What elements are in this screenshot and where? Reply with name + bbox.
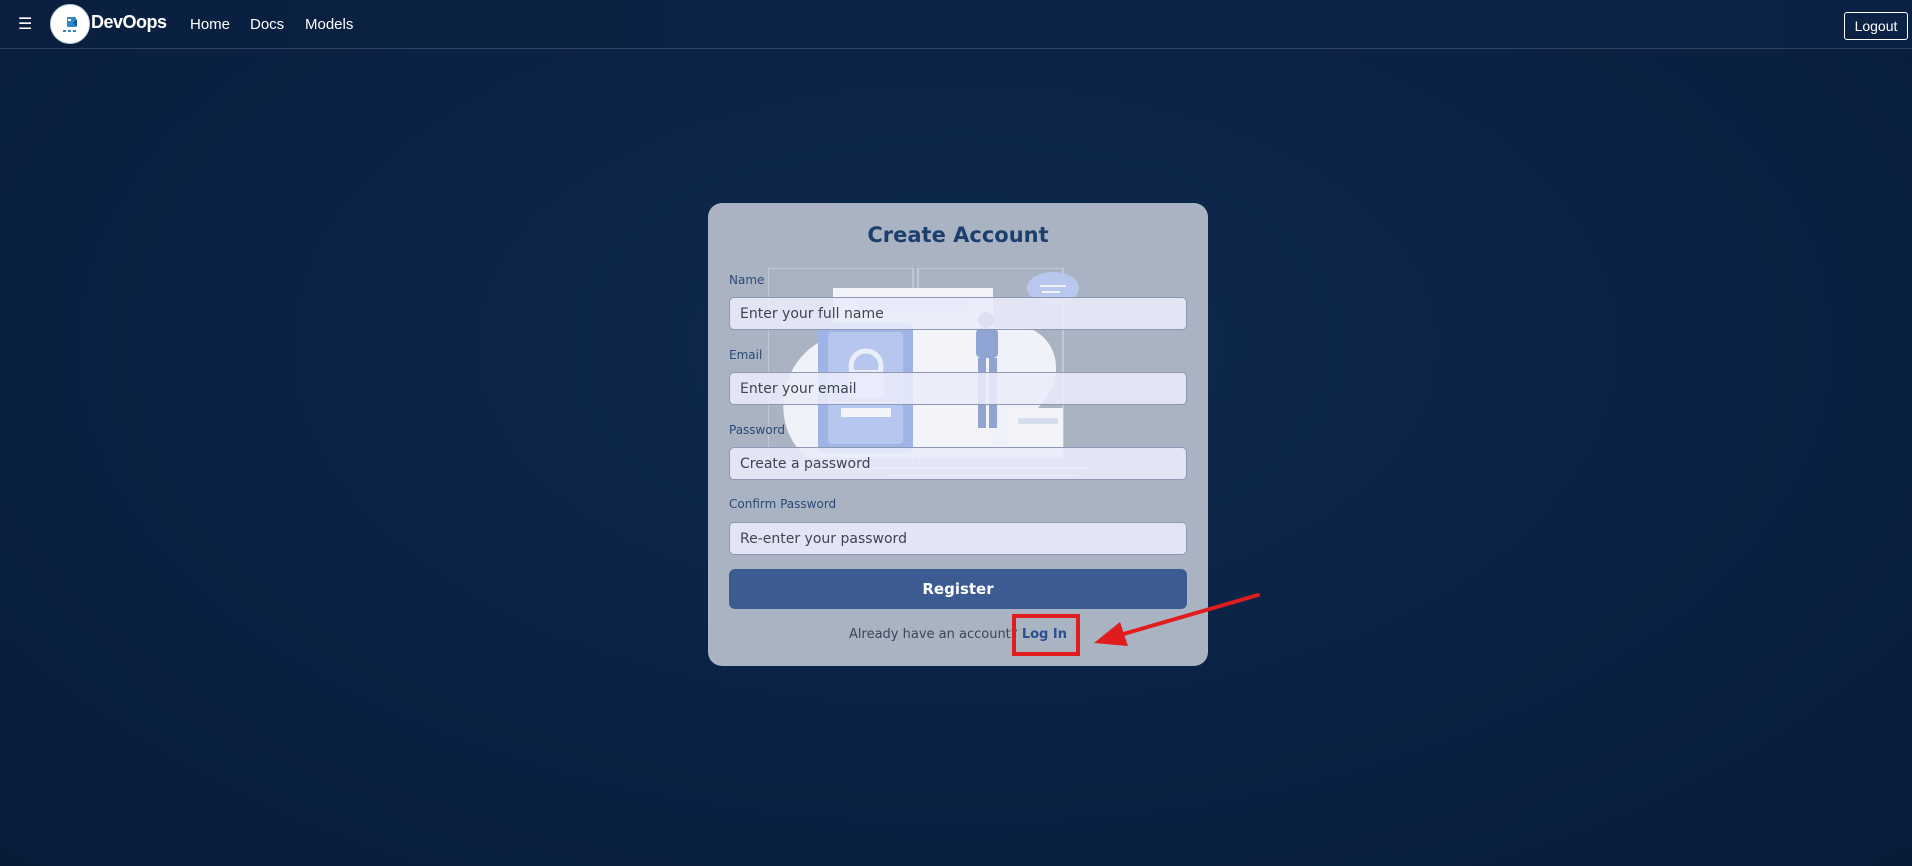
hamburger-menu-icon[interactable]: ☰ [18,14,34,34]
login-prompt-text: Already have an account? [849,627,1018,642]
logo-icon[interactable] [50,4,90,44]
annotation-highlight-box [1012,614,1080,656]
nav-link-docs[interactable]: Docs [250,16,284,33]
name-input[interactable] [729,297,1187,330]
password-input[interactable] [729,447,1187,480]
logout-button[interactable]: Logout [1844,12,1908,40]
password-label: Password [729,423,786,437]
nav-link-models[interactable]: Models [305,16,353,33]
confirm-password-label: Confirm Password [729,497,837,511]
form-title: Create Account [867,223,1049,247]
brand-name[interactable]: DevOops [91,12,167,33]
email-label: Email [729,348,763,362]
email-input[interactable] [729,372,1187,405]
confirm-password-input[interactable] [729,522,1187,555]
navbar: ☰ DevOops Home Docs Models Logout [0,0,1912,49]
annotation-arrow-icon [1094,593,1260,646]
nav-link-home[interactable]: Home [190,16,230,33]
name-label: Name [729,273,765,287]
